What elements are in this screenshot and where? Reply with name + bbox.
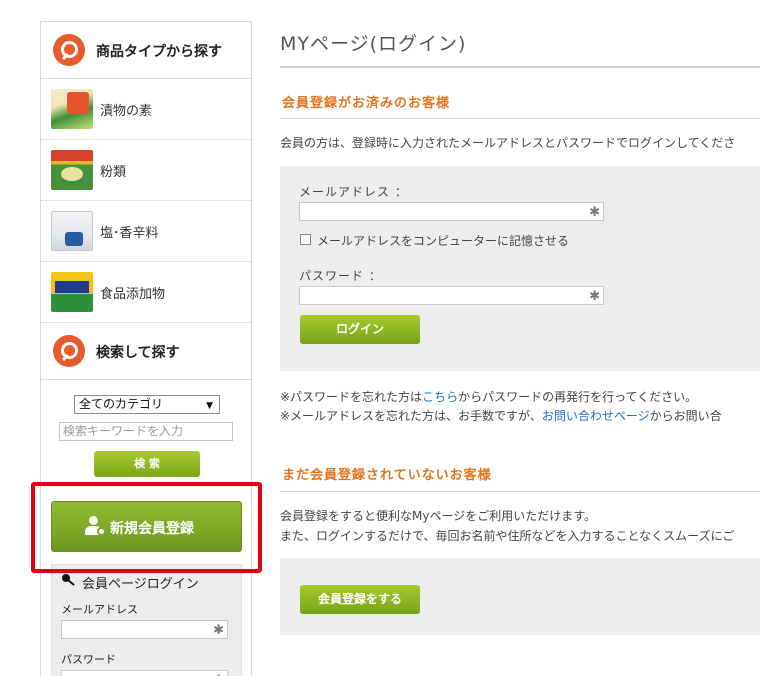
sidebar-item-salt-spices[interactable]: 塩･香辛料 xyxy=(41,201,251,262)
register-button-label: 新規会員登録 xyxy=(110,521,194,537)
product-type-heading: 商品タイプから探す xyxy=(96,44,222,60)
flour-product-thumbnail xyxy=(51,150,93,190)
required-asterisk-icon: ✱ xyxy=(213,623,224,638)
key-icon xyxy=(62,573,78,586)
salt-product-thumbnail xyxy=(51,211,93,251)
email-label: メールアドレス ： xyxy=(299,185,408,199)
page-title: MYページ(ログイン) xyxy=(280,33,467,55)
sidebar-email-label: メールアドレス xyxy=(61,603,138,616)
sidebar: 商品タイプから探す 漬物の素 粉類 塩･香辛料 食品添加物 検索して探す 全ての… xyxy=(40,21,252,676)
sidebar-item-pickles[interactable]: 漬物の素 xyxy=(41,79,251,140)
search-header: 検索して探す xyxy=(41,323,251,380)
nonmembers-text-1: 会員登録をすると便利なMyページをご利用いただけます。 xyxy=(280,509,597,523)
members-heading: 会員登録がお済みのお客様 xyxy=(282,96,451,111)
category-label: 食品添加物 xyxy=(100,287,166,302)
password-field[interactable]: ✱ xyxy=(299,286,604,305)
sidebar-email-input[interactable]: ✱ xyxy=(61,620,228,639)
note-text: ※パスワードを忘れた方は xyxy=(280,390,423,404)
required-asterisk-icon: ✱ xyxy=(589,289,600,304)
product-type-header: 商品タイプから探す xyxy=(41,22,251,79)
forgot-email-note: ※メールアドレスを忘れた方は、お手数ですが、お問い合わせページからお問い合 xyxy=(280,407,722,424)
keyword-search-input[interactable]: 検索キーワードを入力 xyxy=(59,422,233,441)
email-field[interactable]: ✱ xyxy=(299,202,604,221)
required-asterisk-icon: ✱ xyxy=(589,205,600,220)
category-label: 塩･香辛料 xyxy=(100,226,159,241)
main-content: MYページ(ログイン) 会員登録がお済みのお客様 会員の方は、登録時に入力された… xyxy=(280,0,760,676)
note-text: ※メールアドレスを忘れた方は、お手数ですが、 xyxy=(280,409,542,423)
sidebar-login-box: 会員ページログイン メールアドレス ✱ パスワード ✱ xyxy=(51,564,242,676)
forgot-password-link[interactable]: こちら xyxy=(422,390,458,404)
login-form-panel: メールアドレス ： ✱ メールアドレスをコンピューターに記憶させる パスワード … xyxy=(280,166,760,371)
search-heading: 検索して探す xyxy=(96,345,180,361)
category-select[interactable]: 全てのカテゴリ ▼ xyxy=(74,395,220,414)
pickle-product-thumbnail xyxy=(51,89,93,129)
sidebar-item-food-additives[interactable]: 食品添加物 xyxy=(41,262,251,323)
search-area: 全てのカテゴリ ▼ 検索キーワードを入力 検 索 xyxy=(41,380,251,480)
nonmembers-heading: まだ会員登録されていないお客様 xyxy=(282,468,492,483)
remember-email-checkbox[interactable] xyxy=(300,234,311,245)
search-button[interactable]: 検 索 xyxy=(94,451,200,477)
title-divider xyxy=(280,66,760,68)
sidebar-password-label: パスワード xyxy=(61,653,116,666)
search-icon xyxy=(53,335,85,367)
register-button[interactable]: 会員登録をする xyxy=(300,585,420,614)
search-icon xyxy=(53,34,85,66)
category-label: 粉類 xyxy=(100,165,127,180)
category-label: 漬物の素 xyxy=(100,104,153,119)
password-label: パスワード ： xyxy=(299,269,382,283)
additive-product-thumbnail xyxy=(51,272,93,312)
sidebar-password-input[interactable]: ✱ xyxy=(61,670,228,676)
section-divider xyxy=(280,118,760,119)
login-button[interactable]: ログイン xyxy=(300,315,420,344)
section-divider xyxy=(280,491,760,492)
sidebar-login-heading: 会員ページログイン xyxy=(82,577,199,592)
forgot-password-note: ※パスワードを忘れた方はこちらからパスワードの再発行を行ってください。 xyxy=(280,388,697,405)
category-select-value: 全てのカテゴリ xyxy=(79,397,164,411)
register-panel: 会員登録をする xyxy=(280,558,760,635)
note-text: からお問い合 xyxy=(649,409,722,423)
remember-email-label: メールアドレスをコンピューターに記憶させる xyxy=(317,234,570,248)
contact-page-link[interactable]: お問い合わせページ xyxy=(542,409,650,423)
dropdown-arrow-icon: ▼ xyxy=(206,401,213,411)
add-user-icon xyxy=(85,516,106,536)
note-text: からパスワードの再発行を行ってください。 xyxy=(458,390,698,404)
members-instructions: 会員の方は、登録時に入力されたメールアドレスとパスワードでログインしてくださ xyxy=(280,136,736,150)
required-asterisk-icon: ✱ xyxy=(213,671,224,676)
sidebar-item-flour[interactable]: 粉類 xyxy=(41,140,251,201)
new-member-register-button[interactable]: 新規会員登録 xyxy=(51,501,242,552)
nonmembers-text-2: また、ログインするだけで、毎回お名前や住所などを入力することなくスムーズにご xyxy=(280,529,735,543)
